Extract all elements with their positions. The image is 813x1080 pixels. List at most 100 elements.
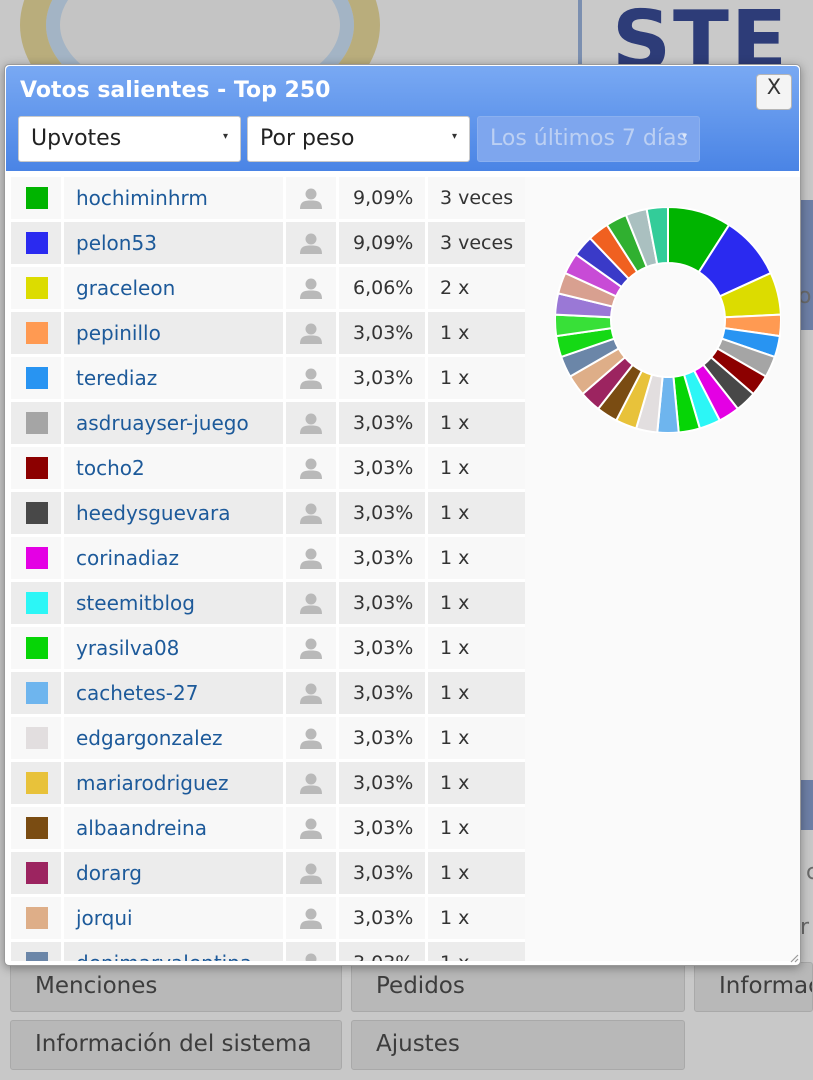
voters-list[interactable]: hochiminhrm 9,09% 3 veces pelon53 9,09% 3 vec… [11, 177, 525, 961]
voter-row[interactable]: cachetes-27 3,03% 1 x [11, 672, 525, 714]
vote-percent: 3,03% [353, 862, 414, 884]
percent-cell: 3,03% [339, 537, 425, 579]
user-icon[interactable] [299, 726, 323, 750]
voter-name-link[interactable]: terediaz [76, 366, 157, 390]
color-cell [11, 627, 61, 669]
voter-row[interactable]: jorqui 3,03% 1 x [11, 897, 525, 939]
user-icon[interactable] [299, 771, 323, 795]
vote-type-select[interactable]: Upvotes ▾ [18, 116, 241, 162]
voter-row[interactable]: mariarodriguez 3,03% 1 x [11, 762, 525, 804]
background-peek-text: c [806, 860, 813, 885]
order-value: Por peso [260, 126, 355, 151]
count-cell: 1 x [428, 582, 525, 624]
vote-count: 1 x [440, 502, 470, 524]
voter-name-link[interactable]: corinadiaz [76, 546, 179, 570]
voter-name-link[interactable]: heedysguevara [76, 501, 230, 525]
percent-cell: 3,03% [339, 852, 425, 894]
name-cell: asdruayser-juego [64, 402, 283, 444]
voter-name-link[interactable]: jorqui [76, 906, 133, 930]
order-select[interactable]: Por peso ▾ [247, 116, 470, 162]
name-cell: dorarg [64, 852, 283, 894]
user-icon[interactable] [299, 816, 323, 840]
count-cell: 3 veces [428, 177, 525, 219]
voter-name-link[interactable]: asdruayser-juego [76, 411, 249, 435]
voter-row[interactable]: pelon53 9,09% 3 veces [11, 222, 525, 264]
color-swatch [26, 772, 48, 794]
count-cell: 1 x [428, 942, 525, 961]
voter-row[interactable]: hochiminhrm 9,09% 3 veces [11, 177, 525, 219]
user-icon[interactable] [299, 366, 323, 390]
voter-row[interactable]: graceleon 6,06% 2 x [11, 267, 525, 309]
voter-row[interactable]: asdruayser-juego 3,03% 1 x [11, 402, 525, 444]
voter-row[interactable]: albaandreina 3,03% 1 x [11, 807, 525, 849]
user-icon[interactable] [299, 636, 323, 660]
period-select[interactable]: Los últimos 7 días ▾ [477, 116, 700, 162]
voter-name-link[interactable]: mariarodriguez [76, 771, 228, 795]
percent-cell: 3,03% [339, 717, 425, 759]
votes-donut-chart [555, 207, 781, 433]
voter-name-link[interactable]: hochiminhrm [76, 186, 208, 210]
user-icon[interactable] [299, 501, 323, 525]
name-cell: graceleon [64, 267, 283, 309]
name-cell: yrasilva08 [64, 627, 283, 669]
color-swatch [26, 952, 48, 961]
user-icon[interactable] [299, 906, 323, 930]
user-icon[interactable] [299, 456, 323, 480]
user-icon[interactable] [299, 951, 323, 961]
voter-name-link[interactable]: pelon53 [76, 231, 157, 255]
menu-button-informacion[interactable]: Informac [694, 962, 813, 1012]
user-icon[interactable] [299, 411, 323, 435]
color-swatch [26, 502, 48, 524]
menu-button-menciones[interactable]: Menciones [10, 962, 342, 1012]
voter-name-link[interactable]: yrasilva08 [76, 636, 179, 660]
resize-grip-icon[interactable] [789, 953, 799, 963]
user-icon[interactable] [299, 276, 323, 300]
voter-row[interactable]: denimarvalentina 3,03% 1 x [11, 942, 525, 961]
menu-button-informacion-sistema[interactable]: Información del sistema [10, 1020, 342, 1070]
name-cell: denimarvalentina [64, 942, 283, 961]
voter-row[interactable]: steemitblog 3,03% 1 x [11, 582, 525, 624]
voter-row[interactable]: tocho2 3,03% 1 x [11, 447, 525, 489]
voter-name-link[interactable]: graceleon [76, 276, 175, 300]
user-icon[interactable] [299, 546, 323, 570]
voter-name-link[interactable]: pepinillo [76, 321, 161, 345]
voter-name-link[interactable]: tocho2 [76, 456, 145, 480]
name-cell: tocho2 [64, 447, 283, 489]
color-swatch [26, 232, 48, 254]
voter-name-link[interactable]: denimarvalentina [76, 951, 252, 961]
chevron-down-icon: ▾ [222, 131, 228, 142]
voter-row[interactable]: corinadiaz 3,03% 1 x [11, 537, 525, 579]
voter-row[interactable]: pepinillo 3,03% 1 x [11, 312, 525, 354]
vote-count: 1 x [440, 457, 470, 479]
icon-cell [286, 582, 336, 624]
percent-cell: 3,03% [339, 492, 425, 534]
name-cell: jorqui [64, 897, 283, 939]
voter-row[interactable]: dorarg 3,03% 1 x [11, 852, 525, 894]
user-icon[interactable] [299, 186, 323, 210]
icon-cell [286, 897, 336, 939]
count-cell: 1 x [428, 852, 525, 894]
voter-name-link[interactable]: dorarg [76, 861, 142, 885]
voter-row[interactable]: terediaz 3,03% 1 x [11, 357, 525, 399]
vote-count: 1 x [440, 367, 470, 389]
user-icon[interactable] [299, 861, 323, 885]
user-icon[interactable] [299, 681, 323, 705]
menu-button-pedidos[interactable]: Pedidos [351, 962, 685, 1012]
name-cell: edgargonzalez [64, 717, 283, 759]
color-swatch [26, 457, 48, 479]
voter-name-link[interactable]: steemitblog [76, 591, 195, 615]
voter-row[interactable]: edgargonzalez 3,03% 1 x [11, 717, 525, 759]
voter-name-link[interactable]: albaandreina [76, 816, 207, 840]
close-button[interactable]: X [756, 74, 792, 110]
voter-row[interactable]: yrasilva08 3,03% 1 x [11, 627, 525, 669]
user-icon[interactable] [299, 591, 323, 615]
voter-name-link[interactable]: edgargonzalez [76, 726, 223, 750]
user-icon[interactable] [299, 231, 323, 255]
voter-row[interactable]: heedysguevara 3,03% 1 x [11, 492, 525, 534]
voter-name-link[interactable]: cachetes-27 [76, 681, 198, 705]
count-cell: 1 x [428, 672, 525, 714]
menu-button-ajustes[interactable]: Ajustes [351, 1020, 685, 1070]
user-icon[interactable] [299, 321, 323, 345]
dialog-titlebar[interactable]: Votos salientes - Top 250 X Upvotes ▾ Po… [6, 66, 799, 171]
count-cell: 1 x [428, 357, 525, 399]
